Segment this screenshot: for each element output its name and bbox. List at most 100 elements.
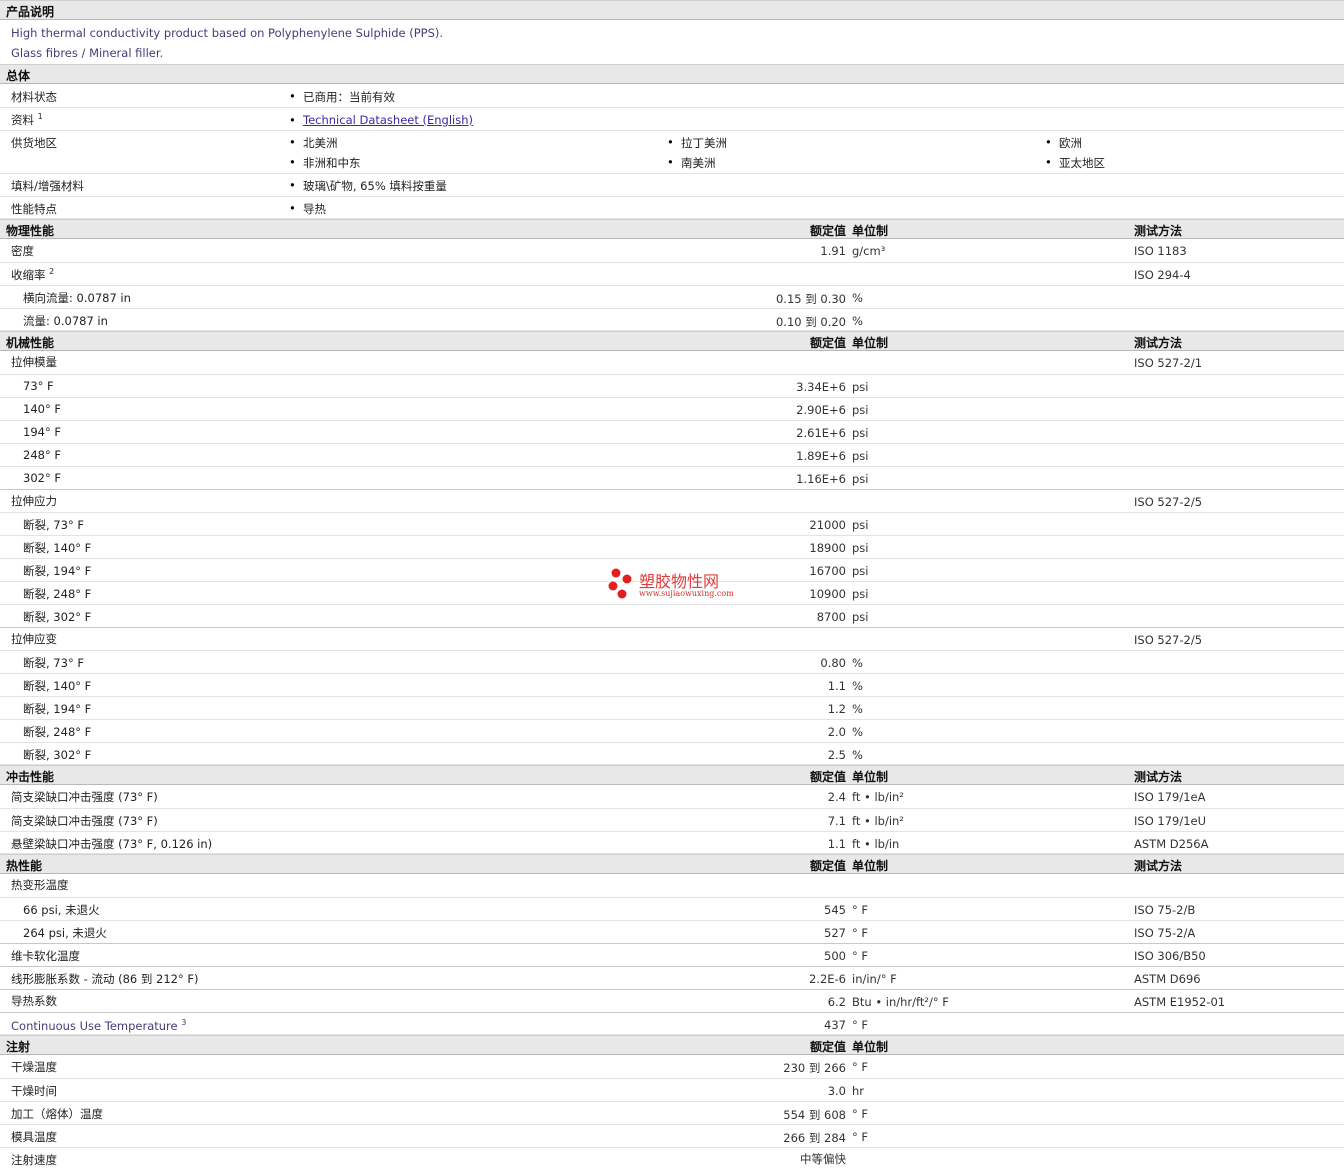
column-header-unit: 单位制 — [852, 770, 889, 784]
row-unit: % — [852, 291, 863, 305]
table-row: 线形膨胀系数 - 流动 (86 到 212° F) 2.2E-6 in/in/°… — [0, 967, 1344, 990]
row-value: 1.1 — [827, 679, 846, 693]
row-unit: ° F — [852, 1107, 869, 1121]
row-value: 266 到 284 — [783, 1131, 846, 1145]
row-value: 0.80 — [820, 656, 846, 670]
section-title: 热性能 — [6, 859, 43, 873]
section-header-physical: 物理性能 额定值 单位制 测试方法 — [0, 219, 1344, 239]
row-value: 导热 — [289, 201, 326, 217]
region-item: 亚太地区 — [1045, 155, 1105, 171]
table-row: 140° F 2.90E+6 psi — [0, 398, 1344, 421]
row-value: 已商用：当前有效 — [289, 89, 395, 105]
column-header-value: 额定值 — [809, 224, 846, 238]
row-value: 10900 — [809, 587, 846, 601]
table-row: 简支梁缺口冲击强度 (73° F) 7.1 ft • lb/in² ISO 17… — [0, 809, 1344, 832]
table-row: 66 psi, 未退火 545 ° F ISO 75-2/B — [0, 898, 1344, 921]
table-row: 302° F 1.16E+6 psi — [0, 467, 1344, 490]
table-row: 导热系数 6.2 Btu • in/hr/ft²/° F ASTM E1952-… — [0, 990, 1344, 1013]
row-label: 性能特点 — [11, 202, 57, 216]
table-row: 248° F 1.89E+6 psi — [0, 444, 1344, 467]
section-header-product: 产品说明 — [0, 0, 1344, 20]
region-item: 拉丁美洲 — [667, 135, 727, 151]
description-line: High thermal conductivity product based … — [11, 26, 444, 40]
row-method: ASTM D696 — [1134, 972, 1201, 986]
row-unit: psi — [852, 564, 869, 578]
section-title: 注射 — [6, 1040, 31, 1054]
column-header-unit: 单位制 — [852, 224, 889, 238]
section-title: 物理性能 — [6, 224, 55, 238]
row-label: 264 psi, 未退火 — [23, 926, 107, 940]
column-header-method: 测试方法 — [1134, 770, 1183, 784]
row-value: 500 — [824, 949, 846, 963]
row-unit: psi — [852, 449, 869, 463]
table-row: 注射速度 中等偏快 — [0, 1148, 1344, 1170]
table-row: 性能特点 导热 — [0, 197, 1344, 219]
row-label: 热变形温度 — [11, 878, 69, 892]
table-row: 干燥温度 230 到 266 ° F — [0, 1055, 1344, 1079]
table-row: 资料 1 Technical Datasheet (English) — [0, 108, 1344, 131]
row-value: 230 到 266 — [783, 1061, 846, 1075]
row-label: 140° F — [23, 402, 61, 416]
column-header-unit: 单位制 — [852, 1040, 889, 1054]
row-label: 供货地区 — [11, 136, 57, 150]
row-value: 3.34E+6 — [796, 380, 846, 394]
row-label: 断裂, 140° F — [23, 679, 92, 693]
row-label: 填料/增强材料 — [11, 179, 84, 193]
row-label: 断裂, 302° F — [23, 748, 92, 762]
datasheet-link[interactable]: Technical Datasheet (English) — [303, 113, 473, 127]
table-row: 断裂, 140° F 1.1 % — [0, 674, 1344, 697]
row-method: ISO 294-4 — [1134, 268, 1191, 282]
row-value: 6.2 — [827, 995, 846, 1009]
row-label: 干燥时间 — [11, 1084, 57, 1098]
table-row: 简支梁缺口冲击强度 (73° F) 2.4 ft • lb/in² ISO 17… — [0, 785, 1344, 809]
row-value: 437 — [824, 1018, 846, 1032]
row-label: 模具温度 — [11, 1130, 57, 1144]
column-header-method: 测试方法 — [1134, 336, 1183, 350]
section-header-impact: 冲击性能 额定值 单位制 测试方法 — [0, 765, 1344, 785]
section-header-injection: 注射 额定值 单位制 — [0, 1035, 1344, 1055]
row-label: 断裂, 248° F — [23, 725, 92, 739]
watermark-logo-icon — [608, 568, 632, 599]
row-method: ISO 179/1eU — [1134, 814, 1207, 828]
description-line: Glass fibres / Mineral filler. — [11, 46, 164, 60]
row-method: ISO 75-2/A — [1134, 926, 1196, 940]
row-value: 16700 — [809, 564, 846, 578]
row-method: ISO 1183 — [1134, 244, 1187, 258]
row-unit: ° F — [852, 1018, 869, 1032]
row-label: 拉伸应力 — [11, 494, 57, 508]
row-value: 2.5 — [827, 748, 846, 762]
column-header-value: 额定值 — [809, 336, 846, 350]
table-row: 悬壁梁缺口冲击强度 (73° F, 0.126 in) 1.1 ft • lb/… — [0, 832, 1344, 854]
row-value: 7.1 — [827, 814, 846, 828]
row-label: 注射速度 — [11, 1153, 57, 1167]
table-row: 264 psi, 未退火 527 ° F ISO 75-2/A — [0, 921, 1344, 944]
watermark: 塑胶物性网 www.sujiaowuxing.com — [606, 566, 746, 606]
row-unit: psi — [852, 541, 869, 555]
table-row: 加工（熔体）温度 554 到 608 ° F — [0, 1102, 1344, 1125]
row-unit: ft • lb/in — [852, 837, 900, 851]
region-item: 南美洲 — [667, 155, 715, 171]
row-value: 545 — [824, 903, 846, 917]
row-label: 导热系数 — [11, 994, 57, 1008]
row-value: 玻璃\矿物, 65% 填料按重量 — [289, 178, 447, 194]
table-row: 拉伸应变 ISO 527-2/5 — [0, 628, 1344, 651]
row-label: 248° F — [23, 448, 61, 462]
row-method: ISO 527-2/5 — [1134, 495, 1203, 509]
row-unit: % — [852, 656, 863, 670]
row-label: 拉伸应变 — [11, 632, 57, 646]
row-value: 554 到 608 — [783, 1108, 846, 1122]
row-unit: psi — [852, 426, 869, 440]
table-row: 横向流量: 0.0787 in 0.15 到 0.30 % — [0, 286, 1344, 309]
row-value: 2.90E+6 — [796, 403, 846, 417]
row-label: 材料状态 — [11, 90, 57, 104]
row-value: 2.4 — [827, 790, 846, 804]
table-row: 拉伸应力 ISO 527-2/5 — [0, 490, 1344, 513]
table-row: 热变形温度 — [0, 874, 1344, 898]
footnote-marker: 1 — [37, 112, 43, 122]
row-unit: psi — [852, 472, 869, 486]
row-label: 断裂, 194° F — [23, 564, 92, 578]
row-value: 1.2 — [827, 702, 846, 716]
row-method: ASTM E1952-01 — [1134, 995, 1226, 1009]
table-row: 194° F 2.61E+6 psi — [0, 421, 1344, 444]
table-row: 供货地区 北美洲 拉丁美洲 欧洲 非洲和中东 南美洲 亚太地区 — [0, 131, 1344, 174]
